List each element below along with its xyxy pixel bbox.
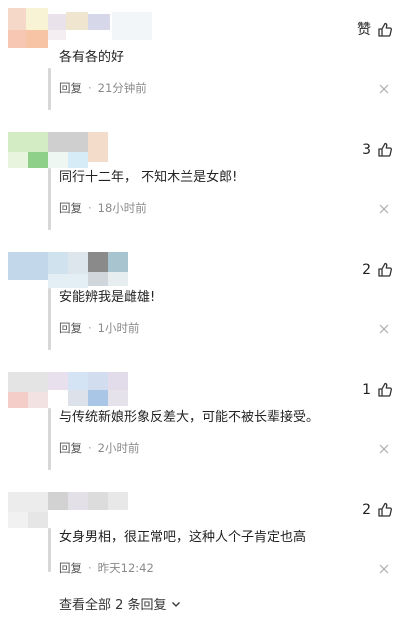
thread-line xyxy=(48,288,51,350)
reply-link[interactable]: 回复 xyxy=(59,201,82,215)
comment-meta: 回复 · 2小时前 xyxy=(59,441,140,455)
like-button[interactable]: 赞 xyxy=(357,22,393,38)
reply-link[interactable]: 回复 xyxy=(59,81,82,95)
like-button[interactable]: 2 xyxy=(362,502,393,518)
comment-time: 18小时前 xyxy=(97,201,147,215)
comment-item-4: 1 与传统新娘形象反差大，可能不被长辈接受。 回复 · 2小时前 xyxy=(0,368,417,488)
thumbs-up-icon xyxy=(378,22,392,37)
close-icon[interactable] xyxy=(379,84,389,94)
reply-link[interactable]: 回复 xyxy=(59,561,82,575)
comment-text: 同行十二年， 不知木兰是女郎! xyxy=(59,170,238,185)
thumbs-up-icon xyxy=(378,142,392,157)
like-label: 赞 xyxy=(357,22,371,38)
comment-meta: 回复 · 昨天12:42 xyxy=(59,561,154,575)
thumbs-up-icon xyxy=(378,262,392,277)
reply-link[interactable]: 回复 xyxy=(59,321,82,335)
comment-time: 1小时前 xyxy=(97,321,140,335)
thread-line xyxy=(48,528,51,572)
view-all-replies-link[interactable]: 查看全部 2 条回复 xyxy=(59,594,182,613)
comment-item-5: 2 女身男相，很正常吧，这种人个子肯定也高 回复 · 昨天12:42 xyxy=(0,488,417,608)
like-count: 2 xyxy=(362,502,371,518)
comment-item-2: 3 同行十二年， 不知木兰是女郎! 回复 · 18小时前 xyxy=(0,128,417,248)
comment-meta: 回复 · 18小时前 xyxy=(59,201,147,215)
comment-text: 安能辨我是雌雄! xyxy=(59,290,156,305)
like-button[interactable]: 1 xyxy=(362,382,393,398)
like-button[interactable]: 2 xyxy=(362,262,393,278)
close-icon[interactable] xyxy=(379,444,389,454)
thread-line xyxy=(48,68,51,110)
close-icon[interactable] xyxy=(379,564,389,574)
view-all-replies-label: 查看全部 2 条回复 xyxy=(59,598,167,613)
comment-meta: 回复 · 1小时前 xyxy=(59,321,140,335)
comment-text: 各有各的好 xyxy=(59,50,125,65)
thumbs-up-icon xyxy=(378,502,392,517)
like-button[interactable]: 3 xyxy=(362,142,393,158)
comment-text: 女身男相，很正常吧，这种人个子肯定也高 xyxy=(59,530,307,545)
close-icon[interactable] xyxy=(379,324,389,334)
comment-time: 昨天12:42 xyxy=(97,561,154,575)
reply-link[interactable]: 回复 xyxy=(59,441,82,455)
comment-meta: 回复 · 21分钟前 xyxy=(59,81,147,95)
comment-time: 2小时前 xyxy=(97,441,140,455)
like-count: 3 xyxy=(362,142,371,158)
like-count: 2 xyxy=(362,262,371,278)
thread-line xyxy=(48,408,51,470)
comment-item-1: 赞 各有各的好 回复 · 21分钟前 xyxy=(0,8,417,128)
comment-text: 与传统新娘形象反差大，可能不被长辈接受。 xyxy=(59,410,320,425)
thread-line xyxy=(48,168,51,230)
comment-item-3: 2 安能辨我是雌雄! 回复 · 1小时前 xyxy=(0,248,417,368)
like-count: 1 xyxy=(362,382,371,398)
close-icon[interactable] xyxy=(379,204,389,214)
chevron-down-icon xyxy=(171,601,180,607)
thumbs-up-icon xyxy=(378,382,392,397)
comment-time: 21分钟前 xyxy=(97,81,147,95)
